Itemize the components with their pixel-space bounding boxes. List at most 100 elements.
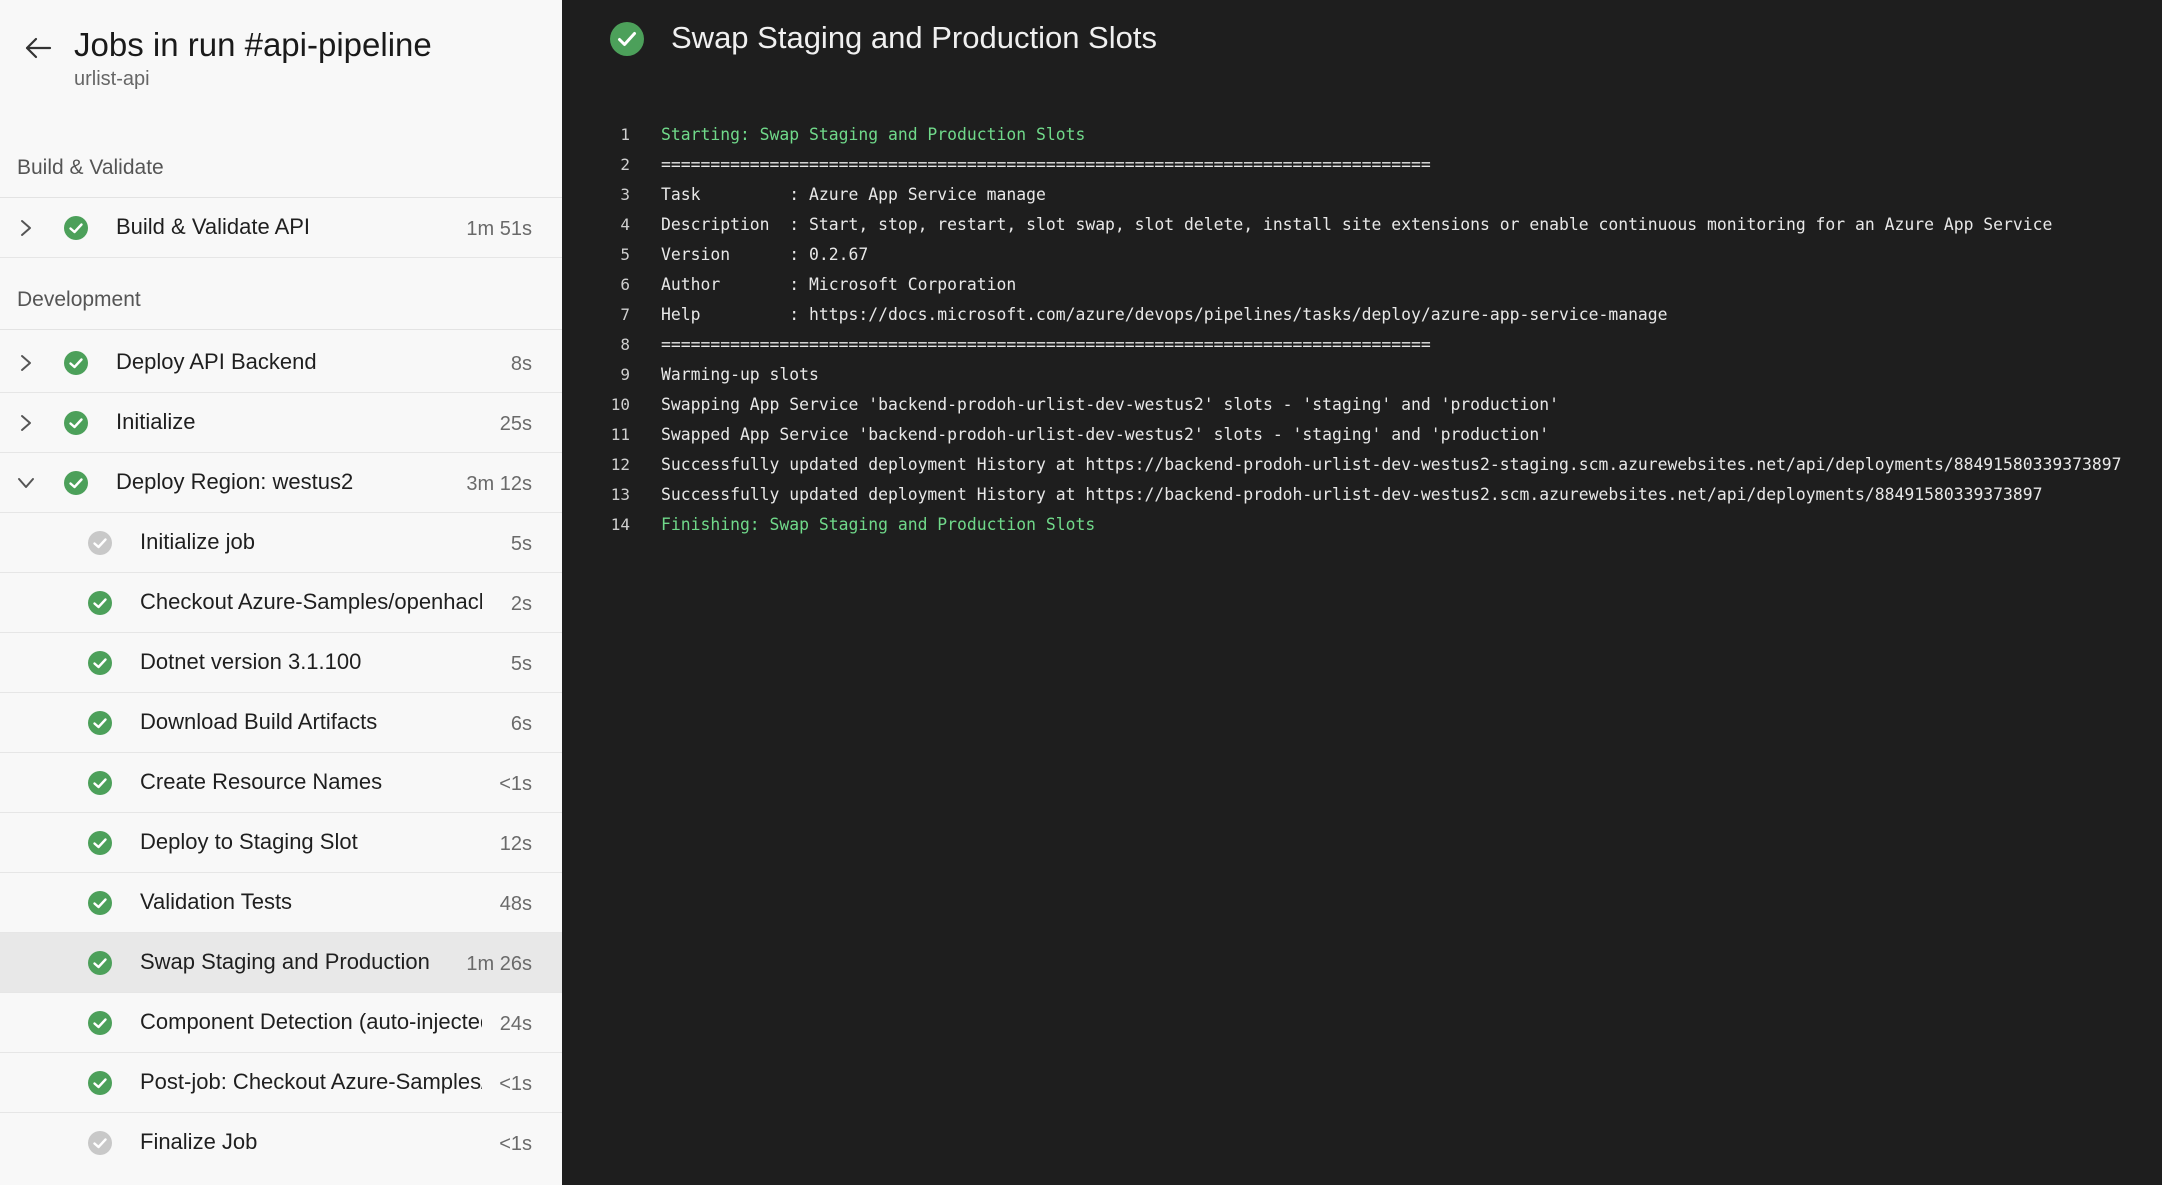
line-number: 11 xyxy=(610,425,630,444)
step-row-create-resource-names[interactable]: Create Resource Names <1s xyxy=(0,753,562,813)
line-number: 7 xyxy=(620,305,630,324)
log-line: 9 Warming-up slots xyxy=(562,360,2162,390)
log-text: ========================================… xyxy=(661,155,1431,174)
line-number: 14 xyxy=(610,515,630,534)
check-circle-icon xyxy=(88,771,112,795)
job-duration: 8s xyxy=(510,353,532,375)
log-text: Help : https://docs.microsoft.com/azure/… xyxy=(661,305,1668,324)
check-circle-icon xyxy=(64,411,88,435)
step-duration: 1m 26s xyxy=(466,953,532,975)
log-text: Task : Azure App Service manage xyxy=(661,185,1046,204)
log-line: 12 Successfully updated deployment Histor… xyxy=(562,450,2162,480)
stage-label: Development xyxy=(17,288,141,311)
page-title: Jobs in run #api-pipeline xyxy=(74,26,432,63)
log-panel: Swap Staging and Production Slots 1 Start… xyxy=(562,0,2162,1185)
check-circle-icon xyxy=(64,471,88,495)
job-duration: 3m 12s xyxy=(466,473,532,495)
line-number: 1 xyxy=(620,125,630,144)
log-line: 8 =======================================… xyxy=(562,330,2162,360)
step-name: Post-job: Checkout Azure-Samples/openhac… xyxy=(140,1069,482,1094)
stage-header-development: Development xyxy=(0,268,562,330)
step-duration: <1s xyxy=(499,1133,532,1155)
log-line: 1 Starting: Swap Staging and Production S… xyxy=(562,120,2162,150)
check-circle-icon xyxy=(88,951,112,975)
log-text: Successfully updated deployment History … xyxy=(661,455,2122,474)
step-row-swap-slots-selected[interactable]: Swap Staging and Production Slots 1m 26s xyxy=(0,933,562,993)
log-line: 10 Swapping App Service 'backend-prodoh-u… xyxy=(562,390,2162,420)
step-duration: 2s xyxy=(510,593,532,615)
job-row-deploy-region-westus2[interactable]: Deploy Region: westus2 3m 12s xyxy=(0,453,562,513)
line-number: 10 xyxy=(610,395,630,414)
log-text: ========================================… xyxy=(661,335,1431,354)
log-line: 7 Help : https://docs.microsoft.com/azure… xyxy=(562,300,2162,330)
job-row-deploy-api-backend[interactable]: Deploy API Backend 8s xyxy=(0,333,562,393)
step-row-dotnet-version[interactable]: Dotnet version 3.1.100 5s xyxy=(0,633,562,693)
line-number: 13 xyxy=(610,485,630,504)
step-name: Deploy to Staging Slot xyxy=(140,829,358,854)
step-duration: 6s xyxy=(510,713,532,735)
job-duration: 1m 51s xyxy=(466,218,532,240)
step-duration: 48s xyxy=(499,893,532,915)
log-output[interactable]: 1 Starting: Swap Staging and Production S… xyxy=(562,120,2162,540)
step-name: Finalize Job xyxy=(140,1129,258,1154)
job-name: Deploy Region: westus2 xyxy=(116,469,354,494)
step-row-deploy-to-staging-slot[interactable]: Deploy to Staging Slot 12s xyxy=(0,813,562,873)
step-row-component-detection[interactable]: Component Detection (auto-injected by po… xyxy=(0,993,562,1053)
job-row-build-validate-api[interactable]: Build & Validate API 1m 51s xyxy=(0,198,562,258)
line-number: 2 xyxy=(620,155,630,174)
chevron-right-icon[interactable] xyxy=(14,351,38,375)
pipeline-subtitle: urlist-api xyxy=(74,68,150,90)
job-name: Initialize xyxy=(116,409,196,434)
log-line: 6 Author : Microsoft Corporation xyxy=(562,270,2162,300)
check-circle-icon xyxy=(88,711,112,735)
line-number: 3 xyxy=(620,185,630,204)
chevron-down-icon[interactable] xyxy=(14,471,38,495)
stage-header-build-validate: Build & Validate xyxy=(0,136,562,198)
check-circle-icon xyxy=(88,651,112,675)
log-text: Warming-up slots xyxy=(661,365,819,384)
log-text: Successfully updated deployment History … xyxy=(661,485,2043,504)
step-row-post-job-checkout[interactable]: Post-job: Checkout Azure-Samples/openhac… xyxy=(0,1053,562,1113)
check-circle-icon xyxy=(88,891,112,915)
log-line: 4 Description : Start, stop, restart, slo… xyxy=(562,210,2162,240)
step-row-initialize-job[interactable]: Initialize job 5s xyxy=(0,513,562,573)
check-circle-icon xyxy=(64,351,88,375)
step-row-finalize-job[interactable]: Finalize Job <1s xyxy=(0,1113,562,1173)
step-duration: 12s xyxy=(499,833,532,855)
job-name: Build & Validate API xyxy=(116,214,311,239)
chevron-right-icon[interactable] xyxy=(14,411,38,435)
step-name: Download Build Artifacts xyxy=(140,709,378,734)
arrow-left-icon xyxy=(25,37,52,59)
job-row-initialize[interactable]: Initialize 25s xyxy=(0,393,562,453)
step-duration: 5s xyxy=(510,533,532,555)
chevron-right-icon[interactable] xyxy=(14,216,38,240)
log-line: 3 Task : Azure App Service manage xyxy=(562,180,2162,210)
step-duration: 24s xyxy=(499,1013,532,1035)
jobs-panel: Jobs in run #api-pipeline urlist-api Bui… xyxy=(0,0,562,1185)
log-text: Finishing: Swap Staging and Production S… xyxy=(661,515,1096,534)
log-text: Starting: Swap Staging and Production Sl… xyxy=(661,125,1086,144)
line-number: 8 xyxy=(620,335,630,354)
log-line: 13 Successfully updated deployment Histor… xyxy=(562,480,2162,510)
step-row-download-build-artifacts[interactable]: Download Build Artifacts 6s xyxy=(0,693,562,753)
check-circle-icon xyxy=(88,1071,112,1095)
log-text: Version : 0.2.67 xyxy=(661,245,869,264)
back-button[interactable] xyxy=(18,30,58,66)
step-name: Checkout Azure-Samples/openhack-devops-t… xyxy=(140,589,482,614)
check-circle-icon xyxy=(88,591,112,615)
check-circle-icon xyxy=(64,216,88,240)
line-number: 12 xyxy=(610,455,630,474)
jobs-panel-header: Jobs in run #api-pipeline urlist-api xyxy=(0,0,562,130)
log-title: Swap Staging and Production Slots xyxy=(671,20,1157,55)
log-text: Swapped App Service 'backend-prodoh-urli… xyxy=(661,425,1550,444)
log-text: Author : Microsoft Corporation xyxy=(661,275,1017,294)
step-name: Dotnet version 3.1.100 xyxy=(140,649,362,674)
line-number: 6 xyxy=(620,275,630,294)
step-row-validation-tests[interactable]: Validation Tests 48s xyxy=(0,873,562,933)
line-number: 5 xyxy=(620,245,630,264)
step-row-checkout[interactable]: Checkout Azure-Samples/openhack-devops-t… xyxy=(0,573,562,633)
check-circle-icon xyxy=(610,22,644,56)
job-duration: 25s xyxy=(499,413,532,435)
skipped-circle-icon xyxy=(88,531,112,555)
stage-label: Build & Validate xyxy=(17,156,164,179)
